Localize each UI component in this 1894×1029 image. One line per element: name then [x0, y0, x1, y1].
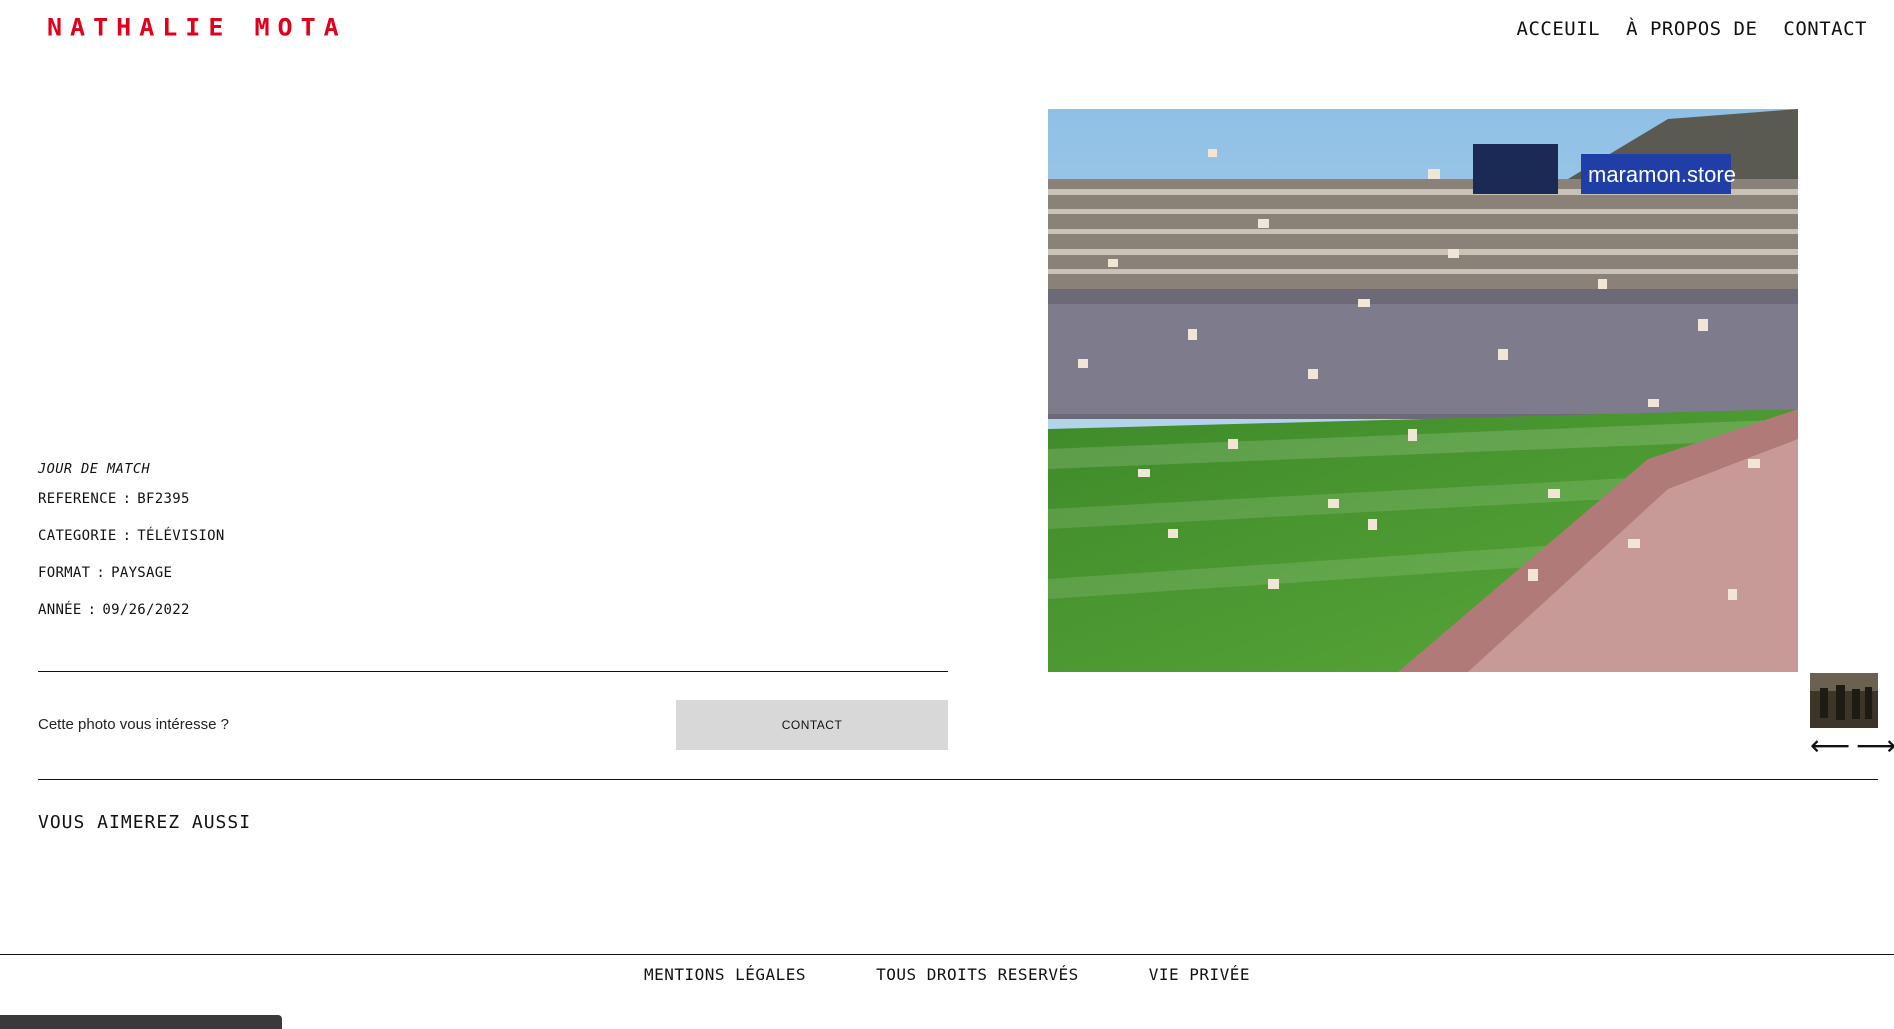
- site-logo[interactable]: NATHALIE MOTA: [47, 14, 347, 42]
- reference-label: REFERENCE: [38, 491, 117, 507]
- photo-category: CATEGORIE: TÉLÉVISION: [38, 528, 225, 544]
- footer-rights-link[interactable]: TOUS DROITS RESERVÉS: [876, 965, 1079, 984]
- nav-about[interactable]: À PROPOS DE: [1626, 18, 1757, 40]
- main-photo: maramon.store: [1048, 109, 1798, 672]
- footer-legal-link[interactable]: MENTIONS LÉGALES: [644, 965, 806, 984]
- contact-button[interactable]: CONTACT: [676, 700, 948, 750]
- photo-banner-text: maramon.store: [1588, 162, 1736, 187]
- main-nav: ACCEUIL À PROPOS DE CONTACT: [1517, 18, 1868, 40]
- format-value: PAYSAGE: [111, 565, 173, 581]
- photo-title: JOUR DE MATCH: [38, 461, 151, 477]
- year-value: 09/26/2022: [102, 602, 190, 618]
- category-label: CATEGORIE: [38, 528, 117, 544]
- format-label: FORMAT: [38, 565, 91, 581]
- interest-text: Cette photo vous intéresse ?: [38, 716, 229, 733]
- browser-status-bar: [0, 1015, 282, 1029]
- photo-info: JOUR DE MATCH REFERENCE: BF2395 CATEGORIE…: [38, 461, 225, 639]
- photo-format: FORMAT: PAYSAGE: [38, 565, 173, 581]
- nav-home[interactable]: ACCEUIL: [1517, 18, 1601, 40]
- photo-navigation: ⟵ ⟶: [1810, 732, 1894, 760]
- related-heading: VOUS AIMEREZ AUSSI: [38, 812, 252, 833]
- category-value: TÉLÉVISION: [137, 528, 225, 544]
- nav-contact[interactable]: CONTACT: [1783, 18, 1867, 40]
- footer-links: MENTIONS LÉGALES TOUS DROITS RESERVÉS VI…: [0, 965, 1894, 984]
- arrow-right-icon[interactable]: ⟶: [1856, 732, 1894, 760]
- section-divider: [38, 779, 1878, 780]
- arrow-left-icon[interactable]: ⟵: [1810, 732, 1850, 760]
- next-photo-thumbnail[interactable]: [1810, 673, 1878, 728]
- photo-reference: REFERENCE: BF2395: [38, 491, 190, 507]
- footer-privacy-link[interactable]: VIE PRIVÉE: [1149, 965, 1250, 984]
- photo-year: ANNÉE:09/26/2022: [38, 602, 190, 618]
- footer-divider: [0, 954, 1894, 955]
- footer: MENTIONS LÉGALES TOUS DROITS RESERVÉS VI…: [0, 954, 1894, 1025]
- reference-value: BF2395: [137, 491, 190, 507]
- info-divider: [38, 671, 948, 672]
- year-label: ANNÉE: [38, 602, 82, 618]
